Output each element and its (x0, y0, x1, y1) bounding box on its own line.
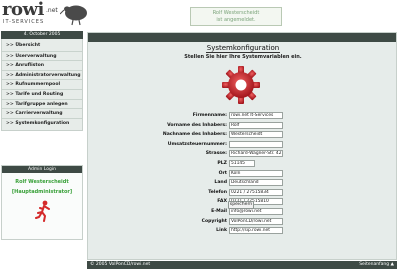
form-row-ust: Umsatzsteuernummer: (88, 140, 398, 149)
current-date: 4. October 2005 (1, 31, 83, 39)
arrow-icon: >> (6, 111, 14, 117)
logo-tagline: IT-SERVICES (3, 19, 45, 25)
field-label: Umsatzsteuernummer: (167, 141, 227, 147)
sidebar-item-label: Userverwaltung (15, 53, 57, 59)
strasse-input[interactable]: Richard-Wagner-Str. 42 (229, 150, 283, 158)
link-input[interactable]: http://sip.rowi.net (229, 227, 283, 235)
sidebar-item-tarife-routing[interactable]: >> Tarife und Routing (2, 88, 82, 99)
field-label: Ort (218, 170, 227, 176)
sidebar: 4. October 2005 >> Übersicht >> Userverw… (1, 31, 83, 132)
ort-input[interactable]: Köln (229, 169, 283, 177)
email-input[interactable]: info@rowi.net (229, 208, 283, 215)
arrow-icon: >> (6, 72, 14, 78)
arrow-icon: >> (6, 82, 14, 88)
vorname-input[interactable]: Rolf (229, 121, 283, 129)
form-row-copyright: Copyright VoIPonCD/rowi.net (88, 217, 398, 226)
form-row-land: Land Deutschland (88, 179, 398, 187)
header: rowi .net IT-SERVICES Rolf Westerscheidt… (0, 0, 400, 30)
sidebar-nav: >> Übersicht >> Userverwaltung >> Anrufl… (1, 39, 83, 132)
field-label: FAX (217, 199, 227, 205)
admin-name: Rolf Westerscheidt (15, 179, 69, 185)
footer: © 2005 VoIPonCD/rowi.net Seitenanfang ▲ (87, 261, 397, 269)
kiwi-bird-icon (60, 5, 87, 26)
sidebar-item-label: Tarife und Routing (15, 91, 64, 97)
telefon-input[interactable]: 0221 / 27515834 (229, 188, 283, 196)
save-button[interactable]: speichern (228, 201, 254, 209)
sidebar-item-label: Systemkonfiguration (15, 120, 70, 126)
title-underline (206, 52, 280, 53)
back-to-top-link[interactable]: Seitenanfang ▲ (359, 261, 394, 269)
arrow-icon: >> (6, 91, 14, 97)
field-label: Telefon (208, 189, 227, 195)
field-label: PLZ (217, 161, 227, 166)
field-label: E-Mail (211, 209, 227, 214)
logo-word: rowi (2, 0, 44, 20)
form-row-firmenname: Firmenname: rowi.net It-Services (88, 112, 398, 120)
form-row-strasse: Strasse: Richard-Wagner-Str. 42 (88, 150, 398, 158)
copyright-input[interactable]: VoIPonCD/rowi.net (229, 217, 283, 225)
login-status-banner: Rolf Westerscheidt ist angemeldet. (190, 7, 282, 26)
form-row-telefon: Telefon 0221 / 27515834 (88, 188, 398, 197)
form-row-plz: PLZ 51145 (88, 160, 398, 168)
arrow-icon: >> (6, 53, 14, 59)
field-label: Copyright (201, 218, 227, 224)
login-user: Rolf Westerscheidt (212, 10, 260, 16)
form-row-link: Link http://sip.rowi.net (88, 227, 398, 235)
sidebar-item-rufnummernpool[interactable]: >> Rufnummernpool (2, 79, 82, 89)
field-label: Nachname des Inhabers: (162, 132, 227, 138)
sidebar-item-label: Carrierverwaltung (15, 111, 63, 117)
main-panel: Systemkonfiguration Stellen Sie hier Ihr… (87, 32, 397, 260)
field-label: Firmenname: (192, 113, 227, 118)
field-label: Vorname des Inhabers: (167, 122, 227, 128)
rowi-logo[interactable]: rowi .net IT-SERVICES (2, 0, 87, 27)
field-label: Strasse: (205, 151, 227, 157)
sidebar-item-uebersicht[interactable]: >> Übersicht (2, 41, 82, 51)
sidebar-item-administratorverwaltung[interactable]: >> Administratorverwaltung (2, 69, 82, 80)
sidebar-item-anruflisten[interactable]: >> Anrufliston (2, 60, 82, 70)
admin-login-heading: Admin Login (2, 166, 82, 173)
sidebar-item-label: Administratorverwaltung (15, 72, 81, 78)
admin-login-box: Admin Login Rolf Westerscheidt [Hauptadm… (1, 165, 83, 240)
form-row-vorname: Vorname des Inhabers: Rolf (88, 121, 398, 130)
main-topbar (88, 33, 396, 42)
footer-copyright: © 2005 VoIPonCD/rowi.net (90, 262, 151, 267)
arrow-icon: >> (6, 101, 14, 107)
form-row-nachname: Nachname des Inhabers: Westerscheidt (88, 131, 398, 139)
form-row-ort: Ort Köln (88, 169, 398, 178)
sidebar-item-tarifgruppe-anlegen[interactable]: >> Tarifgruppe anlegen (2, 98, 82, 109)
sidebar-item-label: Rufnummernpool (15, 82, 61, 88)
field-label: Link (216, 228, 227, 234)
plz-input[interactable]: 51145 (229, 160, 255, 167)
umsatzsteuernummer-input[interactable] (229, 140, 283, 148)
page-subtitle: Stellen Sie hier Ihre Systemvariablen ei… (184, 54, 302, 60)
page-title: Systemkonfiguration (206, 44, 280, 52)
firmenname-input[interactable]: rowi.net It-Services (229, 112, 283, 119)
field-label: Land (214, 180, 227, 186)
logo-tld: .net (46, 7, 58, 14)
sidebar-item-carrierverwaltung[interactable]: >> Carrierverwaltung (2, 108, 82, 118)
gear-icon (222, 66, 260, 104)
login-status-text: ist angemeldet. (216, 17, 256, 23)
land-input[interactable]: Deutschland (229, 179, 283, 187)
sidebar-item-systemkonfiguration[interactable]: >> Systemkonfiguration (2, 117, 82, 128)
form-row-email: E-Mail info@rowi.net (88, 208, 398, 216)
nachname-input[interactable]: Westerscheidt (229, 131, 283, 139)
sidebar-item-userverwaltung[interactable]: >> Userverwaltung (2, 50, 82, 61)
arrow-icon: >> (6, 63, 14, 69)
sidebar-item-label: Übersicht (15, 43, 41, 48)
admin-role: [Hauptadministrator] (11, 189, 73, 195)
sidebar-item-label: Anrufliston (15, 63, 45, 69)
running-man-exit-icon[interactable] (35, 200, 53, 222)
sidebar-item-label: Tarifgruppe anlegen (15, 101, 68, 107)
arrow-icon: >> (6, 43, 14, 48)
arrow-icon: >> (6, 120, 14, 126)
